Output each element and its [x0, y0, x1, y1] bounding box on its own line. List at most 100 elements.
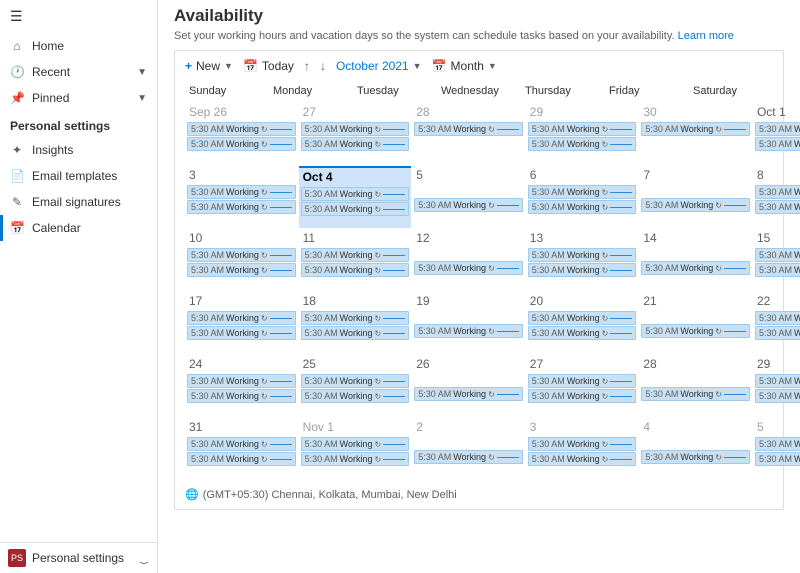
- working-event[interactable]: 5:30 AM Working↻: [755, 311, 800, 325]
- sidebar-item-email-signatures[interactable]: ✎Email signatures: [0, 189, 157, 215]
- working-event[interactable]: 5:30 AM Working↻: [528, 437, 637, 451]
- next-button[interactable]: ↓: [320, 59, 326, 73]
- view-picker[interactable]: 📅 Month ▼: [432, 59, 497, 73]
- working-event[interactable]: 5:30 AM Working↻: [528, 137, 637, 151]
- working-event[interactable]: 5:30 AM Working↻: [755, 122, 800, 136]
- calendar-day[interactable]: 185:30 AM Working↻5:30 AM Working↻: [299, 292, 412, 354]
- calendar-day[interactable]: 125:30 AM Working↻: [412, 229, 525, 291]
- calendar-day[interactable]: 315:30 AM Working↻5:30 AM Working↻: [185, 418, 298, 480]
- working-event[interactable]: 5:30 AM Working↻: [301, 452, 410, 466]
- working-event[interactable]: 5:30 AM Working↻: [528, 122, 637, 136]
- working-event[interactable]: 5:30 AM Working↻: [301, 374, 410, 388]
- working-event[interactable]: 5:30 AM Working↻: [414, 387, 523, 401]
- calendar-day[interactable]: 215:30 AM Working↻: [639, 292, 752, 354]
- working-event[interactable]: 5:30 AM Working↻: [301, 122, 410, 136]
- working-event[interactable]: 5:30 AM Working↻: [187, 248, 296, 262]
- calendar-day[interactable]: 55:30 AM Working↻: [412, 166, 525, 228]
- working-event[interactable]: 5:30 AM Working↻: [755, 374, 800, 388]
- working-event[interactable]: 5:30 AM Working↻: [414, 261, 523, 275]
- calendar-day[interactable]: 155:30 AM Working↻5:30 AM Working↻: [753, 229, 800, 291]
- working-event[interactable]: 5:30 AM Working↻: [187, 200, 296, 214]
- calendar-day[interactable]: 295:30 AM Working↻5:30 AM Working↻: [526, 103, 639, 165]
- working-event[interactable]: 5:30 AM Working↻: [301, 137, 410, 151]
- range-picker[interactable]: October 2021 ▼: [336, 59, 422, 73]
- today-button[interactable]: 📅 Today: [243, 59, 294, 73]
- calendar-day[interactable]: 245:30 AM Working↻5:30 AM Working↻: [185, 355, 298, 417]
- working-event[interactable]: 5:30 AM Working↻: [528, 452, 637, 466]
- sidebar-footer[interactable]: PS Personal settings ⏝: [0, 542, 157, 573]
- working-event[interactable]: 5:30 AM Working↻: [301, 437, 410, 451]
- working-event[interactable]: 5:30 AM Working↻: [641, 387, 750, 401]
- learn-more-link[interactable]: Learn more: [678, 30, 734, 42]
- calendar-day[interactable]: 85:30 AM Working↻5:30 AM Working↻: [753, 166, 800, 228]
- working-event[interactable]: 5:30 AM Working↻: [301, 248, 410, 262]
- working-event[interactable]: 5:30 AM Working↻: [528, 185, 637, 199]
- calendar-day[interactable]: 115:30 AM Working↻5:30 AM Working↻: [299, 229, 412, 291]
- calendar-day[interactable]: Oct 15:30 AM Working↻5:30 AM Working↻: [753, 103, 800, 165]
- working-event[interactable]: 5:30 AM Working↻: [755, 185, 800, 199]
- working-event[interactable]: 5:30 AM Working↻: [414, 324, 523, 338]
- calendar-day[interactable]: 275:30 AM Working↻5:30 AM Working↻: [299, 103, 412, 165]
- calendar-day[interactable]: 75:30 AM Working↻: [639, 166, 752, 228]
- working-event[interactable]: 5:30 AM Working↻: [755, 200, 800, 214]
- calendar-day[interactable]: Oct 45:30 AM Working↻5:30 AM Working↻: [299, 166, 412, 228]
- working-event[interactable]: 5:30 AM Working↻: [187, 137, 296, 151]
- sidebar-item-recent[interactable]: 🕐Recent▼: [0, 59, 157, 85]
- working-event[interactable]: 5:30 AM Working↻: [414, 198, 523, 212]
- calendar-day[interactable]: 225:30 AM Working↻5:30 AM Working↻: [753, 292, 800, 354]
- working-event[interactable]: 5:30 AM Working↻: [528, 389, 637, 403]
- working-event[interactable]: 5:30 AM Working↻: [755, 452, 800, 466]
- working-event[interactable]: 5:30 AM Working↻: [187, 437, 296, 451]
- calendar-day[interactable]: 265:30 AM Working↻: [412, 355, 525, 417]
- calendar-day[interactable]: 195:30 AM Working↻: [412, 292, 525, 354]
- working-event[interactable]: 5:30 AM Working↻: [528, 374, 637, 388]
- working-event[interactable]: 5:30 AM Working↻: [641, 261, 750, 275]
- working-event[interactable]: 5:30 AM Working↻: [301, 326, 410, 340]
- working-event[interactable]: 5:30 AM Working↻: [301, 389, 410, 403]
- new-button[interactable]: + New ▼: [185, 59, 233, 73]
- working-event[interactable]: 5:30 AM Working↻: [755, 326, 800, 340]
- working-event[interactable]: 5:30 AM Working↻: [187, 374, 296, 388]
- working-event[interactable]: 5:30 AM Working↻: [755, 263, 800, 277]
- calendar-day[interactable]: 145:30 AM Working↻: [639, 229, 752, 291]
- calendar-day[interactable]: 35:30 AM Working↻5:30 AM Working↻: [526, 418, 639, 480]
- calendar-day[interactable]: Nov 15:30 AM Working↻5:30 AM Working↻: [299, 418, 412, 480]
- calendar-day[interactable]: 65:30 AM Working↻5:30 AM Working↻: [526, 166, 639, 228]
- working-event[interactable]: 5:30 AM Working↻: [301, 202, 410, 216]
- sidebar-item-home[interactable]: ⌂Home: [0, 33, 157, 59]
- working-event[interactable]: 5:30 AM Working↻: [187, 263, 296, 277]
- working-event[interactable]: 5:30 AM Working↻: [301, 263, 410, 277]
- calendar-day[interactable]: 105:30 AM Working↻5:30 AM Working↻: [185, 229, 298, 291]
- working-event[interactable]: 5:30 AM Working↻: [187, 311, 296, 325]
- working-event[interactable]: 5:30 AM Working↻: [301, 187, 410, 201]
- calendar-day[interactable]: 275:30 AM Working↻5:30 AM Working↻: [526, 355, 639, 417]
- calendar-day[interactable]: Sep 265:30 AM Working↻5:30 AM Working↻: [185, 103, 298, 165]
- working-event[interactable]: 5:30 AM Working↻: [528, 311, 637, 325]
- working-event[interactable]: 5:30 AM Working↻: [301, 311, 410, 325]
- calendar-day[interactable]: 35:30 AM Working↻5:30 AM Working↻: [185, 166, 298, 228]
- working-event[interactable]: 5:30 AM Working↻: [187, 452, 296, 466]
- working-event[interactable]: 5:30 AM Working↻: [641, 198, 750, 212]
- working-event[interactable]: 5:30 AM Working↻: [528, 248, 637, 262]
- sidebar-item-insights[interactable]: ✦Insights: [0, 137, 157, 163]
- calendar-day[interactable]: 255:30 AM Working↻5:30 AM Working↻: [299, 355, 412, 417]
- prev-button[interactable]: ↑: [304, 59, 310, 73]
- working-event[interactable]: 5:30 AM Working↻: [414, 122, 523, 136]
- calendar-day[interactable]: 295:30 AM Working↻5:30 AM Working↻: [753, 355, 800, 417]
- working-event[interactable]: 5:30 AM Working↻: [755, 389, 800, 403]
- working-event[interactable]: 5:30 AM Working↻: [641, 450, 750, 464]
- working-event[interactable]: 5:30 AM Working↻: [187, 185, 296, 199]
- sidebar-item-email-templates[interactable]: 📄Email templates: [0, 163, 157, 189]
- calendar-day[interactable]: 205:30 AM Working↻5:30 AM Working↻: [526, 292, 639, 354]
- working-event[interactable]: 5:30 AM Working↻: [414, 450, 523, 464]
- calendar-day[interactable]: 285:30 AM Working↻: [639, 355, 752, 417]
- working-event[interactable]: 5:30 AM Working↻: [755, 248, 800, 262]
- calendar-day[interactable]: 175:30 AM Working↻5:30 AM Working↻: [185, 292, 298, 354]
- calendar-day[interactable]: 305:30 AM Working↻: [639, 103, 752, 165]
- working-event[interactable]: 5:30 AM Working↻: [187, 122, 296, 136]
- working-event[interactable]: 5:30 AM Working↻: [641, 122, 750, 136]
- calendar-day[interactable]: 135:30 AM Working↻5:30 AM Working↻: [526, 229, 639, 291]
- working-event[interactable]: 5:30 AM Working↻: [755, 437, 800, 451]
- calendar-day[interactable]: 285:30 AM Working↻: [412, 103, 525, 165]
- sidebar-item-calendar[interactable]: 📅Calendar: [0, 215, 157, 241]
